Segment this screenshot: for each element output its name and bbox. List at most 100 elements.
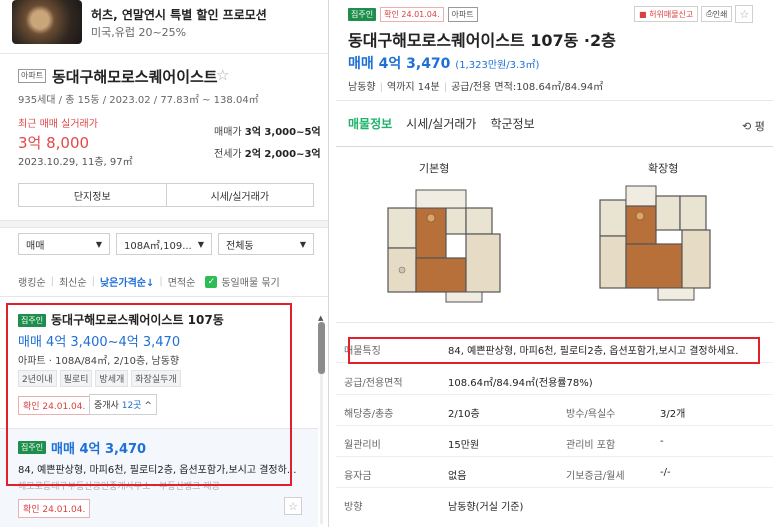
section-separator xyxy=(0,220,328,228)
tab-price-history[interactable]: 시세/실거래가 xyxy=(406,115,476,132)
promo-title: 허츠, 연말연시 특별 할인 프로모션 xyxy=(91,8,267,22)
rent-value: 2억 2,000~3억 xyxy=(244,149,321,160)
listing-item[interactable]: 집주인 동대구해모로스퀘어이스트 107동 매매 4억 3,400~4억 3,4… xyxy=(0,298,318,428)
trade-type-select[interactable]: 매매 ▼ xyxy=(18,233,110,255)
trade-type-value: 매매 xyxy=(26,240,45,252)
divider: | xyxy=(91,276,95,287)
favorite-star-icon[interactable]: ☆ xyxy=(216,66,229,84)
divider-line xyxy=(336,322,773,323)
detail-price-value: 매매 4억 3,470 xyxy=(348,56,451,72)
dong-value: 전체동 xyxy=(226,240,254,252)
list-scrollbar[interactable]: ▲ xyxy=(317,314,326,527)
sort-latest[interactable]: 최신순 xyxy=(59,274,87,289)
listing-price[interactable]: 매매 4억 3,470 xyxy=(51,438,146,457)
divider: | xyxy=(159,276,163,287)
left-panel: 허츠, 연말연시 특별 할인 프로모션 미국,유럽 20~25% 아파트 동대구… xyxy=(0,0,329,527)
sale-value: 3억 3,000~5억 xyxy=(244,127,321,138)
scroll-up-icon[interactable]: ▲ xyxy=(318,314,323,322)
info-row-features: 매물특징 84, 예쁜판상형, 마피6천, 필로티2층, 옵션포함가,보시고 결… xyxy=(336,333,773,363)
sort-low-price[interactable]: 낮은가격순↓ xyxy=(100,274,154,289)
detail-meta: 남동향 | 역까지 14분 | 공급/전용 면적:108.64㎡/84.94㎡ xyxy=(348,78,603,93)
listing-tags: 2년이내 필로티 방세개 화장실두개 xyxy=(18,370,181,387)
unit-toggle-button[interactable]: ⟲ 평 xyxy=(742,118,765,134)
siren-icon: ■ xyxy=(639,9,647,19)
meta-area: 공급/전용 면적:108.64㎡/84.94㎡ xyxy=(451,82,604,93)
tab-school[interactable]: 학군정보 xyxy=(490,115,534,132)
promo-image xyxy=(12,0,82,44)
info-value: -/- xyxy=(660,467,671,478)
floor-plan-extended[interactable] xyxy=(592,182,722,307)
info-label: 기보증금/월세 xyxy=(566,471,625,482)
info-value: 84, 예쁜판상형, 마피6천, 필로티2층, 옵션포함가,보시고 결정하세요. xyxy=(448,346,739,357)
rent-label: 전세가 xyxy=(214,149,242,160)
info-row-maintenance: 월관리비 15만원 관리비 포함 - xyxy=(336,427,773,457)
info-label: 융자금 xyxy=(344,471,372,482)
rent-price-range: 전세가 2억 2,000~3억 xyxy=(214,145,321,160)
price-history-button[interactable]: 시세/실거래가 xyxy=(165,184,313,206)
agents-toggle-button[interactable]: 중개사 12곳 ^ xyxy=(89,394,157,415)
divider-line xyxy=(336,100,773,101)
confirm-date-badge: 확인 24.01.04. xyxy=(18,396,91,415)
divider-line xyxy=(336,146,773,147)
dong-select[interactable]: 전체동 ▼ xyxy=(218,233,314,255)
listing-tag: 필로티 xyxy=(59,370,93,387)
recent-price-label: 최근 매매 실거래가 xyxy=(18,119,98,130)
detail-tabs: 매물정보 시세/실거래가 학군정보 xyxy=(348,115,535,132)
detail-title: 동대구해모로스퀘어이스트 107동 ·2층 xyxy=(348,31,616,50)
listing-tag: 방세개 xyxy=(95,370,129,387)
plan-basic-title: 기본형 xyxy=(419,162,450,175)
info-label: 방수/욕실수 xyxy=(566,409,616,420)
floor-plan-basic[interactable] xyxy=(382,182,512,307)
sort-bar: 랭킹순 | 최신순 | 낮은가격순↓ | 면적순 ✓ 동일매물 묶기 xyxy=(18,274,318,289)
complex-summary: 아파트 동대구해모로스퀘어이스트 ☆ 935세대 / 총 15동 / 2023.… xyxy=(0,55,328,220)
scrollbar-track xyxy=(320,374,323,524)
list-divider xyxy=(0,296,328,297)
info-row-loan: 융자금 없음 기보증금/월세 -/- xyxy=(336,458,773,488)
info-label: 공급/전용면적 xyxy=(344,378,403,389)
chevron-down-icon: ▼ xyxy=(197,239,204,249)
detail-badges: 집주인 확인 24.01.04. 아파트 xyxy=(348,7,478,22)
listing-price: 매매 4억 3,400~4억 3,470 xyxy=(18,335,181,350)
info-value: 3/2개 xyxy=(660,409,686,420)
promo-banner[interactable]: 허츠, 연말연시 특별 할인 프로모션 미국,유럽 20~25% xyxy=(0,0,328,54)
complex-buttons: 단지정보 시세/실거래가 xyxy=(18,183,314,207)
detail-price-per-pyeong: (1,323만원/3.3㎡) xyxy=(455,60,540,71)
report-label: 허위매물신고 xyxy=(649,9,694,19)
listing-item[interactable]: 집주인 매매 4억 3,470 84, 예쁜판상형, 마피6천, 필로티2층, … xyxy=(0,428,318,527)
group-same-label[interactable]: 동일매물 묶기 xyxy=(221,274,279,289)
listing-title[interactable]: 동대구해모로스퀘어이스트 107동 xyxy=(51,311,224,328)
owner-badge: 집주인 xyxy=(18,441,47,454)
meta-station: 역까지 14분 xyxy=(386,82,440,93)
area-select[interactable]: 108A㎡,109... ▼ xyxy=(116,233,212,255)
info-row-direction: 방향 남동향(거실 기준) xyxy=(336,489,773,519)
divider: | xyxy=(50,276,54,287)
report-button[interactable]: ■ 허위매물신고 xyxy=(634,6,699,22)
complex-name[interactable]: 동대구해모로스퀘어이스트 xyxy=(52,66,218,87)
print-button[interactable]: ⎙ 인쇄 xyxy=(701,6,733,22)
complex-info-button[interactable]: 단지정보 xyxy=(19,184,166,206)
favorite-star-icon[interactable]: ☆ xyxy=(735,5,754,23)
plan-extended-title: 확장형 xyxy=(648,162,679,175)
checkbox-checked-icon[interactable]: ✓ xyxy=(205,275,218,288)
filter-bar: 매매 ▼ 108A㎡,109... ▼ 전체동 ▼ xyxy=(18,233,314,255)
info-value: 108.64㎡/84.94㎡(전용률78%) xyxy=(448,378,593,389)
owner-badge: 집주인 xyxy=(348,8,377,21)
agents-label: 중개사 xyxy=(94,401,119,411)
info-value: - xyxy=(660,436,664,447)
info-label: 해당층/총층 xyxy=(344,409,394,420)
agents-count: 12곳 xyxy=(121,401,142,411)
tab-listing-info[interactable]: 매물정보 xyxy=(348,115,392,132)
chevron-down-icon: ▼ xyxy=(299,239,306,249)
favorite-star-icon[interactable]: ☆ xyxy=(284,497,302,515)
listing-description: 84, 예쁜판상형, 마피6천, 필로티2층, 옵션포함가,보시고 결정하... xyxy=(18,465,297,476)
sort-area[interactable]: 면적순 xyxy=(168,274,196,289)
property-type-tag: 아파트 xyxy=(447,7,478,22)
recent-date: 2023.10.29, 11층, 97㎡ xyxy=(18,157,133,168)
sort-ranking[interactable]: 랭킹순 xyxy=(18,274,46,289)
promo-subtitle: 미국,유럽 20~25% xyxy=(91,26,187,39)
chevron-down-icon: ▼ xyxy=(95,239,102,249)
info-label: 월관리비 xyxy=(344,440,381,451)
info-value: 없음 xyxy=(448,471,467,482)
listing-tag: 2년이내 xyxy=(18,370,57,387)
scrollbar-thumb[interactable] xyxy=(318,322,325,374)
